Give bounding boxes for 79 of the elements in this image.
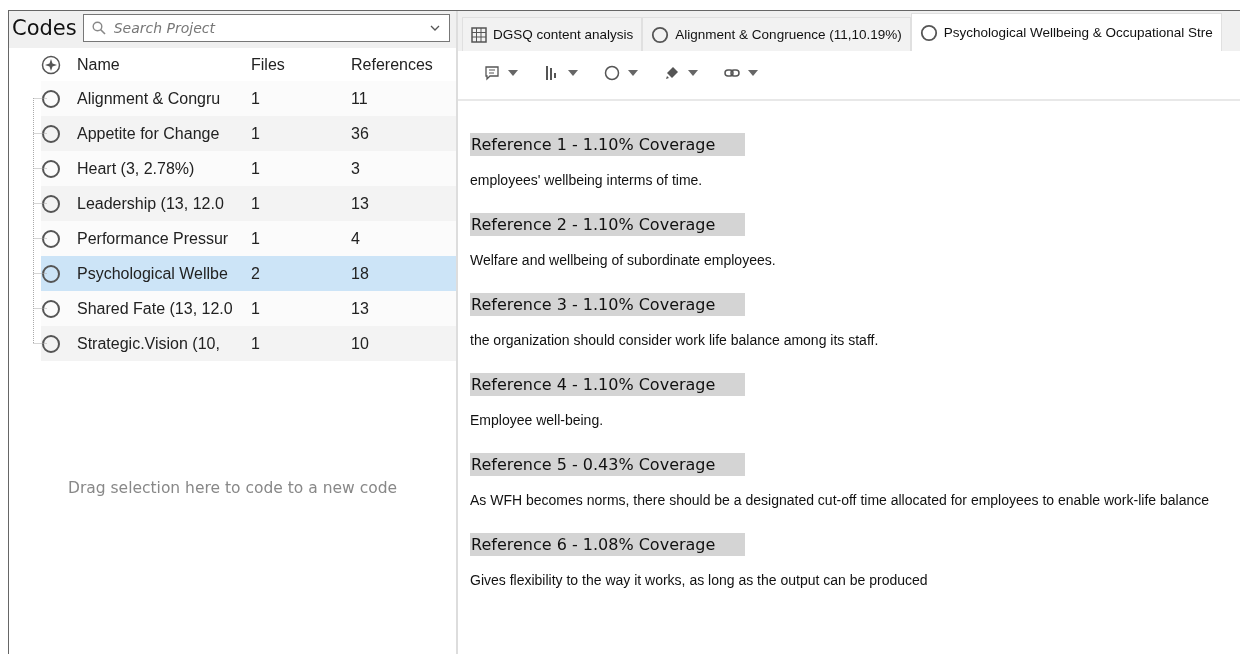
code-row[interactable]: Psychological Wellbe 2 18 (41, 256, 456, 291)
document-tab[interactable]: DGSQ content analysis (462, 17, 643, 51)
files-cell-text: 1 (251, 159, 261, 178)
files-cell-text: 1 (251, 89, 261, 108)
toolbar-button[interactable] (664, 65, 698, 81)
column-header[interactable]: Name (77, 55, 251, 74)
files-cell-text: 1 (251, 229, 261, 248)
references-cell-text: 4 (351, 229, 361, 248)
document-tab[interactable]: Alignment & Congruence (11,10.19%) (642, 17, 911, 51)
reference-heading: Reference 3 - 1.10% Coverage (470, 293, 746, 316)
references-cell-text: 36 (351, 124, 370, 143)
references-cell-text: 10 (351, 334, 370, 353)
table-icon (471, 26, 487, 43)
code-name: Strategic.Vision (10, (77, 334, 221, 353)
code-circle-icon (41, 88, 61, 109)
reference-text: Welfare and wellbeing of subordinate employees. (470, 252, 776, 268)
reference-text: Gives flexibility to the way it works, as long as the output can be produced (470, 572, 928, 588)
reference-text: employees' wellbeing interms of time. (470, 172, 703, 188)
column-header[interactable]: Files (251, 55, 285, 74)
code-circle-icon (919, 23, 938, 42)
reference-heading: Reference 4 - 1.10% Coverage (470, 373, 746, 396)
caret-icon (688, 70, 698, 76)
code-name: Shared Fate (13, 12.0 (77, 299, 234, 318)
code-circle-icon (41, 298, 61, 319)
reference-heading: Reference 5 - 0.43% Coverage (470, 453, 746, 476)
add-code-icon[interactable] (41, 54, 61, 75)
search-icon (91, 21, 106, 35)
code-circle-icon (41, 228, 61, 249)
code-row[interactable]: Shared Fate (13, 12.0 1 13 (41, 291, 456, 326)
search-field[interactable]: Search Project (82, 14, 450, 42)
reference-text: As WFH becomes norms, there should be a designated cut-off time allocated for employees to enable work-life balance (470, 492, 1209, 508)
code-row[interactable]: Appetite for Change 1 36 (41, 116, 456, 151)
reference-heading: Reference 6 - 1.08% Coverage (470, 533, 746, 556)
toolbar-button[interactable] (604, 65, 638, 81)
toolbar-button[interactable] (484, 65, 518, 81)
files-cell-text: 2 (251, 264, 261, 283)
code-name: Appetite for Change (77, 124, 221, 143)
code-row[interactable]: Alignment & Congru 1 11 (41, 81, 456, 116)
code-name: Performance Pressur (77, 229, 230, 248)
code-circle-icon (41, 158, 61, 179)
caret-icon (508, 70, 518, 76)
code-circle-icon (41, 263, 61, 284)
code-row[interactable]: Performance Pressur 1 4 (41, 221, 456, 256)
toolbar-button[interactable] (544, 65, 578, 81)
references-cell-text: 18 (351, 264, 370, 283)
code-circle-icon (41, 333, 61, 354)
caret-icon (568, 70, 578, 76)
reference-heading: Reference 2 - 1.10% Coverage (470, 213, 746, 236)
code-circle-icon (41, 123, 61, 144)
references-cell-text: 3 (351, 159, 361, 178)
reference-text: the organization should consider work life balance among its staff. (470, 332, 879, 348)
dropdown-caret-icon (430, 25, 440, 31)
files-cell-text: 1 (251, 124, 261, 143)
references-cell-text: 13 (351, 194, 370, 213)
files-cell-text: 1 (251, 194, 261, 213)
code-row[interactable]: Leadership (13, 12.0 1 13 (41, 186, 456, 221)
code-name: Leadership (13, 12.0 (77, 194, 225, 213)
reference-heading: Reference 1 - 1.10% Coverage (470, 133, 746, 156)
circle-icon (604, 65, 620, 81)
code-name: Heart (3, 2.78%) (77, 159, 196, 178)
code-name: Alignment & Congru (77, 89, 222, 108)
document-tab[interactable]: Psychological Wellbeing & Occupational Stre (910, 13, 1222, 51)
drop-hint: Drag selection here to code to a new code (66, 477, 399, 499)
comment-icon (484, 65, 500, 81)
code-circle-icon (41, 193, 61, 214)
files-cell-text: 1 (251, 299, 261, 318)
panel-title: Codes (12, 16, 77, 40)
code-circle-icon (651, 25, 670, 44)
caret-icon (748, 70, 758, 76)
code-row[interactable]: Strategic.Vision (10, 1 10 (41, 326, 456, 361)
reference-text: Employee well-being. (470, 412, 604, 428)
caret-icon (628, 70, 638, 76)
files-cell-text: 1 (251, 334, 261, 353)
highlighter-icon (664, 65, 680, 81)
references-cell-text: 11 (351, 89, 369, 108)
column-header[interactable]: References (351, 55, 433, 74)
code-row[interactable]: Heart (3, 2.78%) 1 3 (41, 151, 456, 186)
code-name: Psychological Wellbe (77, 264, 229, 283)
references-cell-text: 13 (351, 299, 370, 318)
